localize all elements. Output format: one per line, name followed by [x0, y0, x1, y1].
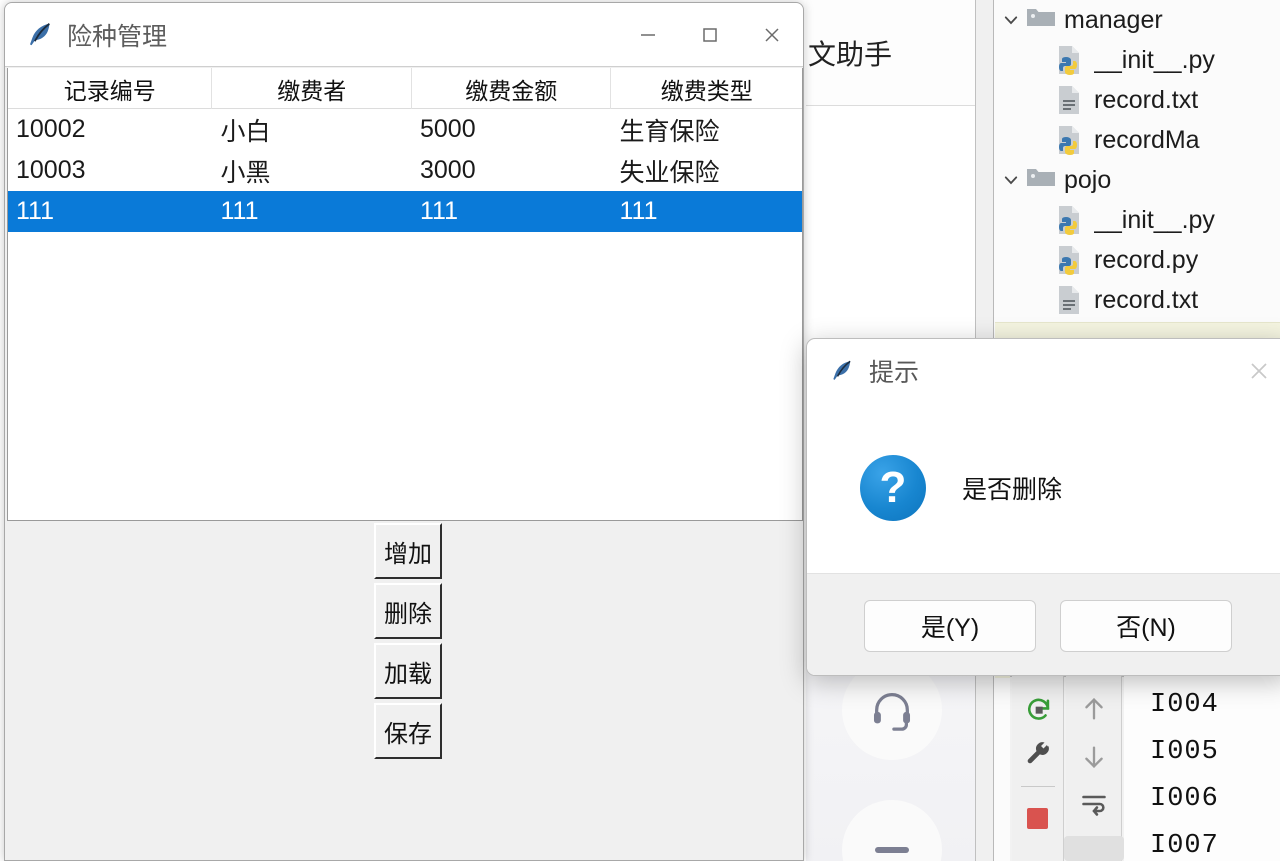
window-titlebar: 险种管理 [5, 3, 803, 67]
rerun-icon[interactable] [1023, 694, 1053, 724]
console-output-line: I006 [1150, 784, 1219, 814]
add-button[interactable]: 增加 [374, 523, 442, 579]
tree-file-item[interactable]: record.py [996, 240, 1280, 280]
arrow-down-icon[interactable] [1079, 742, 1109, 772]
table-column-header[interactable]: 缴费者 [212, 68, 412, 109]
python-file-icon [1056, 245, 1086, 275]
python-file-icon [1056, 45, 1086, 75]
load-button[interactable]: 加载 [374, 643, 442, 699]
dialog-close-icon[interactable] [1229, 339, 1280, 403]
minimize-button[interactable] [617, 3, 679, 67]
tree-file-item[interactable]: __init__.py [996, 40, 1280, 80]
chevron-down-icon[interactable] [996, 171, 1026, 189]
tree-item-label: __init__.py [1094, 45, 1215, 74]
table-row[interactable]: 10002 小白 5000 生育保险 [8, 109, 802, 150]
tree-file-item[interactable]: __init__.py [996, 200, 1280, 240]
background-app-title: 文助手 [808, 38, 893, 70]
tree-item-label: record.py [1094, 245, 1199, 274]
table-cell: 小黑 [220, 158, 271, 187]
tree-item-label: manager [1064, 5, 1163, 34]
background-app-header: 文助手 [806, 0, 976, 106]
table-column-header[interactable]: 缴费金额 [412, 68, 612, 109]
window-controls [617, 3, 803, 67]
tree-folder-item[interactable]: pojo [996, 160, 1280, 200]
console-output-line: I005 [1150, 737, 1219, 767]
save-button[interactable]: 保存 [374, 703, 442, 759]
question-mark-icon: ? [860, 455, 926, 521]
table-cell: 3000 [419, 156, 476, 184]
table-cell: 5000 [419, 115, 476, 143]
folder-icon [1026, 5, 1056, 35]
wrench-icon[interactable] [1023, 740, 1053, 770]
table-cell: 111 [619, 197, 658, 225]
action-button-column: 增加 删除 加载 保存 [374, 523, 444, 763]
arrow-up-icon[interactable] [1079, 694, 1109, 724]
console-extra-button[interactable] [1063, 836, 1124, 861]
project-tree-list: manager __init__.py record.txt recordMa pojo… [996, 0, 1280, 320]
chevron-down-icon[interactable] [996, 11, 1026, 29]
window-title: 险种管理 [67, 22, 168, 51]
rail-button-bottom[interactable] [842, 800, 942, 861]
maximize-button[interactable] [679, 3, 741, 67]
tree-file-item[interactable]: record.txt [996, 80, 1280, 120]
tree-file-item[interactable]: record.txt [996, 280, 1280, 320]
insurance-management-window: 险种管理 记录编号 缴费者 缴费金额 缴费类型 10002 小白 5000 生育保险 1000… [4, 2, 804, 861]
console-output-line: I004 [1150, 690, 1219, 720]
action-button-panel: 增加 删除 加载 保存 [7, 523, 803, 860]
tree-folder-item[interactable]: manager [996, 0, 1280, 40]
text-file-icon [1056, 85, 1086, 115]
table-cell: 111 [419, 197, 458, 225]
table-cell: 生育保险 [619, 117, 720, 146]
yes-button[interactable]: 是(Y) [864, 599, 1036, 652]
toolbar-divider [1020, 786, 1055, 787]
run-toolbar [1012, 676, 1064, 861]
close-button[interactable] [741, 3, 803, 67]
tree-file-item[interactable]: recordMa [996, 120, 1280, 160]
tree-item-label: recordMa [1094, 125, 1200, 154]
table-column-header[interactable]: 记录编号 [8, 68, 213, 109]
text-file-icon [1056, 285, 1086, 315]
delete-button[interactable]: 删除 [374, 583, 442, 639]
tree-item-label: record.txt [1094, 85, 1199, 114]
console-output: I004 I005 I006 I007 [1124, 676, 1280, 861]
no-button[interactable]: 否(N) [1060, 599, 1232, 652]
dialog-title: 提示 [869, 359, 920, 387]
tree-item-label: record.txt [1094, 285, 1199, 314]
dialog-body: ? 是否删除 [807, 403, 1280, 573]
confirm-delete-dialog: 提示 ? 是否删除 是(Y) 否(N) [806, 338, 1280, 676]
soft-wrap-icon[interactable] [1079, 790, 1109, 818]
stop-icon[interactable] [1023, 803, 1053, 833]
table-column-header[interactable]: 缴费类型 [611, 68, 802, 109]
table-header-row: 记录编号 缴费者 缴费金额 缴费类型 [8, 68, 802, 109]
table-body: 10002 小白 5000 生育保险 10003 小黑 3000 失业保险 111 111 111 1… [8, 109, 802, 232]
python-file-icon [1056, 125, 1086, 155]
records-table[interactable]: 记录编号 缴费者 缴费金额 缴费类型 10002 小白 5000 生育保险 10003 小黑 30… [7, 68, 803, 521]
tree-item-label: __init__.py [1094, 205, 1215, 234]
table-cell: 小白 [220, 117, 271, 146]
dialog-message: 是否删除 [962, 476, 1063, 504]
table-cell: 111 [220, 197, 259, 225]
feather-icon [25, 20, 55, 50]
console-output-line: I007 [1150, 831, 1219, 861]
table-cell: 失业保险 [619, 158, 720, 187]
feather-icon [829, 358, 855, 384]
folder-icon [1026, 165, 1056, 195]
table-cell: 111 [16, 197, 55, 225]
table-cell: 10003 [16, 156, 86, 184]
dialog-footer: 是(Y) 否(N) [807, 573, 1280, 675]
table-row[interactable]: 111 111 111 111 [8, 191, 802, 232]
python-file-icon [1056, 205, 1086, 235]
dialog-titlebar: 提示 [807, 339, 1280, 403]
table-cell: 10002 [16, 115, 86, 143]
tree-item-label: pojo [1064, 165, 1112, 194]
screen-root: 文助手 manager __init__.py record.txt recor… [0, 0, 1280, 861]
console-nav-toolbar [1063, 676, 1124, 861]
table-row[interactable]: 10003 小黑 3000 失业保险 [8, 150, 802, 191]
